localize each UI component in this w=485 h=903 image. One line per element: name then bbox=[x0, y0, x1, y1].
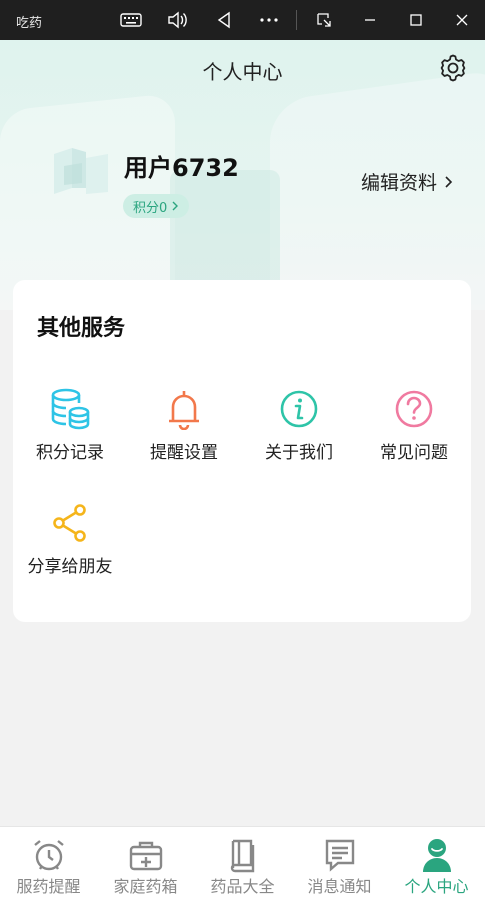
service-item-points-record[interactable]: 积分记录 bbox=[13, 388, 127, 478]
volume-icon[interactable] bbox=[165, 8, 189, 32]
profile-header: 个人中心 用户6732 积分0 编辑资料 bbox=[0, 40, 485, 310]
keyboard-icon[interactable] bbox=[119, 8, 143, 32]
nav-label: 个人中心 bbox=[404, 877, 469, 896]
chevron-right-icon bbox=[172, 201, 179, 211]
edit-profile-link[interactable]: 编辑资料 bbox=[361, 168, 453, 195]
service-item-about-us[interactable]: 关于我们 bbox=[242, 388, 356, 478]
medicine-box-icon bbox=[128, 837, 164, 873]
nav-item-profile[interactable]: 个人中心 bbox=[388, 827, 485, 903]
book-icon bbox=[225, 837, 261, 873]
info-icon bbox=[279, 388, 319, 430]
edit-profile-label: 编辑资料 bbox=[361, 172, 438, 194]
username: 用户6732 bbox=[124, 154, 239, 182]
alarm-clock-icon bbox=[31, 837, 67, 873]
service-label: 提醒设置 bbox=[150, 443, 218, 463]
service-label: 分享给朋友 bbox=[27, 557, 113, 577]
service-item-reminder-settings[interactable]: 提醒设置 bbox=[127, 388, 241, 478]
services-title: 其他服务 bbox=[37, 316, 126, 341]
question-icon bbox=[394, 388, 434, 430]
bell-icon bbox=[164, 388, 204, 431]
popout-icon[interactable] bbox=[312, 8, 336, 32]
gear-icon[interactable] bbox=[437, 52, 469, 84]
chevron-right-icon bbox=[445, 175, 453, 188]
avatar[interactable] bbox=[50, 140, 112, 202]
points-label: 积分0 bbox=[133, 200, 168, 216]
service-item-faq[interactable]: 常见问题 bbox=[357, 388, 471, 478]
nav-item-medication-reminder[interactable]: 服药提醒 bbox=[0, 827, 97, 903]
page-title: 个人中心 bbox=[202, 60, 283, 84]
nav-label: 消息通知 bbox=[307, 877, 372, 896]
nav-item-notifications[interactable]: 消息通知 bbox=[291, 827, 388, 903]
services-card: 其他服务 积分记录 提醒设置 关于我们 常见问题 分享给朋友 bbox=[13, 280, 471, 622]
message-icon bbox=[322, 837, 358, 873]
service-label: 常见问题 bbox=[380, 443, 448, 463]
coins-stack-icon bbox=[50, 388, 90, 430]
service-label: 关于我们 bbox=[265, 443, 333, 463]
bottom-nav: 服药提醒 家庭药箱 药品大全 消息通知 个人中心 bbox=[0, 826, 485, 903]
nav-item-family-medicine-box[interactable]: 家庭药箱 bbox=[97, 827, 194, 903]
nav-label: 服药提醒 bbox=[16, 877, 81, 896]
nav-label: 药品大全 bbox=[210, 877, 275, 896]
user-icon bbox=[419, 837, 455, 873]
service-label: 积分记录 bbox=[36, 443, 104, 463]
titlebar-divider bbox=[296, 10, 297, 30]
window-title: 吃药 bbox=[16, 16, 43, 31]
share-icon bbox=[50, 502, 90, 544]
service-item-share[interactable]: 分享给朋友 bbox=[13, 502, 127, 592]
maximize-icon[interactable] bbox=[404, 8, 428, 32]
minimize-icon[interactable] bbox=[358, 8, 382, 32]
nav-label: 家庭药箱 bbox=[113, 877, 178, 896]
window-titlebar: 吃药 bbox=[0, 0, 485, 40]
points-badge[interactable]: 积分0 bbox=[123, 194, 190, 218]
more-icon[interactable] bbox=[257, 8, 281, 32]
close-icon[interactable] bbox=[450, 8, 474, 32]
nav-item-drug-encyclopedia[interactable]: 药品大全 bbox=[194, 827, 291, 903]
back-triangle-icon[interactable] bbox=[212, 8, 236, 32]
